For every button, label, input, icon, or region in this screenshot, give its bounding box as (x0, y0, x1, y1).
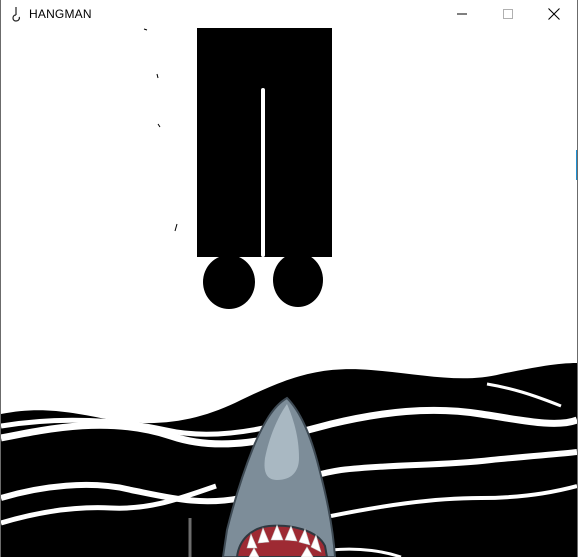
left-foot (203, 255, 255, 309)
hangman-window: HANGMAN (0, 0, 578, 557)
title-bar[interactable]: HANGMAN (1, 0, 577, 28)
hangman-scene (1, 28, 577, 557)
minimize-icon (457, 13, 467, 15)
hook-icon (5, 0, 27, 28)
close-icon (548, 8, 560, 20)
maximize-button[interactable] (485, 0, 531, 28)
minimize-button[interactable] (439, 0, 485, 28)
maximize-icon (503, 9, 513, 19)
close-button[interactable] (531, 0, 577, 28)
right-foot (273, 253, 323, 307)
window-controls (439, 0, 577, 28)
hanging-figure (197, 28, 332, 309)
legs-gap (261, 88, 265, 257)
window-title: HANGMAN (29, 7, 92, 21)
sketch-marks (143, 28, 178, 232)
game-canvas (1, 28, 577, 557)
